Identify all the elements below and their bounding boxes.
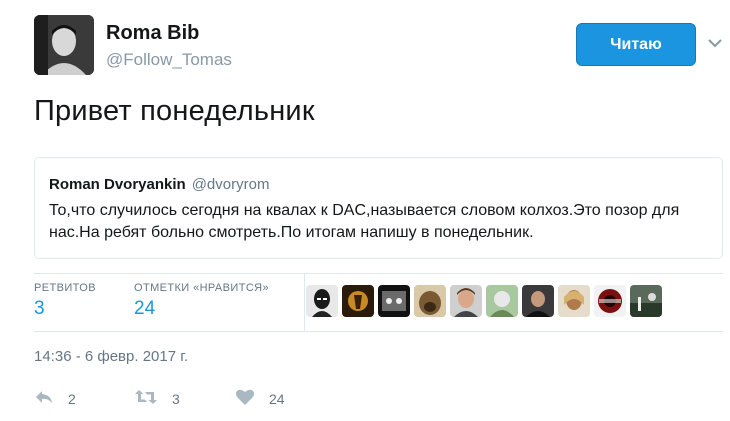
retweet-count: 3 [172, 391, 180, 407]
retweets-count: 3 [34, 298, 45, 319]
quoted-tweet-header: Roman Dvoryankin @dvoryrom [49, 176, 269, 193]
author-name[interactable]: Roma Bib [106, 22, 199, 45]
author-handle[interactable]: @Follow_Tomas [106, 50, 232, 70]
reply-icon [34, 389, 54, 410]
retweet-icon [134, 389, 158, 410]
tweet-text: Привет понедельник [34, 95, 315, 127]
liker-avatar[interactable] [630, 285, 662, 317]
retweets-label: РЕТВИТОВ [34, 282, 96, 294]
retweets-stat[interactable]: РЕТВИТОВ 3 [34, 282, 96, 320]
liker-avatar[interactable] [558, 285, 590, 317]
liker-avatar[interactable] [486, 285, 518, 317]
stats-divider-bottom [34, 331, 723, 332]
like-count: 24 [269, 391, 285, 407]
liker-avatars [306, 285, 662, 317]
user-avatar-image [34, 15, 94, 75]
follow-button[interactable]: Читаю [576, 23, 696, 66]
quoted-author-name: Roman Dvoryankin [49, 176, 186, 193]
liker-avatar[interactable] [450, 285, 482, 317]
stats-divider-top [34, 273, 723, 274]
reply-action[interactable]: 2 [34, 389, 76, 409]
stats-divider-vertical [304, 273, 305, 331]
retweet-action[interactable]: 3 [134, 389, 180, 409]
chevron-down-icon[interactable] [706, 36, 724, 50]
tweet-timestamp[interactable]: 14:36 - 6 февр. 2017 г. [34, 348, 188, 365]
like-action[interactable]: 24 [235, 389, 285, 409]
heart-icon [235, 388, 255, 411]
likes-count: 24 [134, 298, 156, 319]
likes-stat[interactable]: ОТМЕТКИ «НРАВИТСЯ» 24 [134, 282, 269, 320]
liker-avatar[interactable] [342, 285, 374, 317]
quoted-tweet[interactable]: Roman Dvoryankin @dvoryrom То,что случило… [34, 157, 723, 259]
liker-avatar[interactable] [594, 285, 626, 317]
liker-avatar[interactable] [378, 285, 410, 317]
author-avatar[interactable] [34, 15, 94, 75]
quoted-tweet-text: То,что случилось сегодня на квалах к DAC… [49, 202, 680, 241]
liker-avatar[interactable] [306, 285, 338, 317]
quoted-author-handle: @dvoryrom [191, 176, 270, 193]
liker-avatar[interactable] [414, 285, 446, 317]
reply-count: 2 [68, 391, 76, 407]
liker-avatar[interactable] [522, 285, 554, 317]
likes-label: ОТМЕТКИ «НРАВИТСЯ» [134, 282, 270, 294]
